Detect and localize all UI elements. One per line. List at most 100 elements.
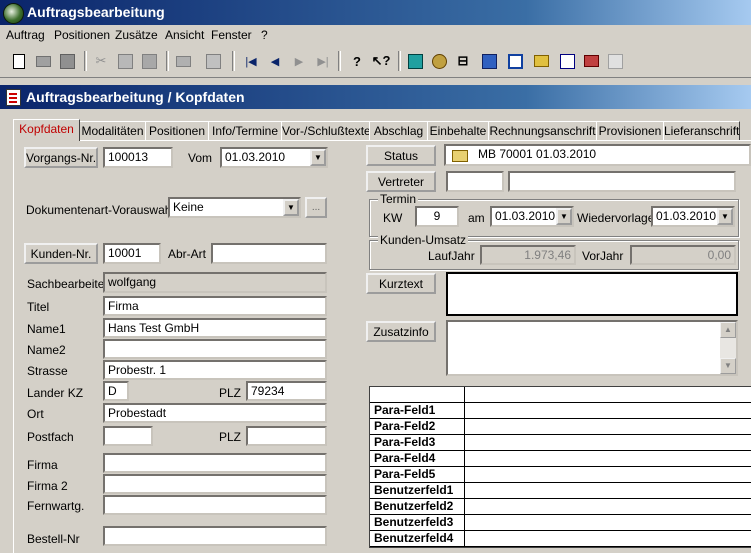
table-row[interactable]: Benutzerfeld4 [370,531,751,547]
context-help-icon[interactable]: ↖? [370,50,392,72]
plz2-field[interactable] [246,426,327,446]
tab-rechnungsanschrift[interactable]: Rechnungsanschrift [488,121,597,140]
wiedervorlage-date-select[interactable]: 01.03.2010 ▼ [651,206,735,227]
tab-info-termine[interactable]: Info/Termine [208,121,282,140]
postfach-field[interactable] [103,426,153,446]
bestell-nr-field[interactable] [103,526,327,546]
folder-icon[interactable] [530,50,552,72]
document-icon[interactable] [604,50,626,72]
ort-field[interactable]: Probestadt [103,403,327,423]
first-record-icon[interactable]: |◀ [240,50,262,72]
tab-provisionen[interactable]: Provisionen [596,121,664,140]
strasse-label: Strasse [27,364,68,378]
next-record-icon[interactable]: ▶ [288,50,310,72]
vom-date-select[interactable]: 01.03.2010 ▼ [220,147,328,168]
cut-icon[interactable]: ✂ [90,50,112,72]
abr-art-field[interactable] [211,243,327,264]
chevron-down-icon[interactable]: ▼ [283,199,299,216]
vorgangs-nr-field[interactable]: 100013 [103,147,173,168]
zusatzinfo-scrollbar[interactable]: ▲ ▼ [720,322,736,374]
menu-positionen[interactable]: Positionen [54,28,110,42]
print-icon[interactable] [172,50,194,72]
tab-modalitaeten[interactable]: Modalitäten [79,121,146,140]
menu-auftrag[interactable]: Auftrag [6,28,45,42]
zusatzinfo-field[interactable]: ▲ ▼ [446,320,738,376]
tab-einbehalte[interactable]: Einbehalte [427,121,489,140]
scroll-down-icon[interactable]: ▼ [720,358,736,374]
menu-fenster[interactable]: Fenster [211,28,252,42]
firma2-field[interactable] [103,474,327,494]
tab-strip: Kopfdaten Modalitäten Positionen Info/Te… [13,119,751,141]
book-icon[interactable]: ⊟ [452,50,474,72]
table-row[interactable]: Benutzerfeld2 [370,499,751,515]
table-row[interactable]: Para-Feld1 [370,403,751,419]
tab-positionen[interactable]: Positionen [145,121,209,140]
table-row[interactable]: Para-Feld2 [370,419,751,435]
menu-ansicht[interactable]: Ansicht [165,28,204,42]
name2-field[interactable] [103,339,327,359]
zusatzinfo-button[interactable]: Zusatzinfo [366,321,436,342]
firma-field[interactable] [103,453,327,473]
laufjahr-label: LaufJahr [428,249,475,263]
folder-icon [452,150,468,162]
save-icon[interactable] [56,50,78,72]
table-row[interactable]: Para-Feld5 [370,467,751,483]
scroll-up-icon[interactable]: ▲ [720,322,736,338]
vertreter-name-field[interactable] [508,171,736,192]
tools-icon[interactable] [428,50,450,72]
app-title: Auftragsbearbeitung [27,4,165,20]
grid-row-label: Benutzerfeld1 [370,483,465,498]
tab-abschlag[interactable]: Abschlag [369,121,428,140]
chart-icon[interactable] [478,50,500,72]
word-icon[interactable] [504,50,526,72]
status-value: MB 70001 01.03.2010 [478,147,597,161]
plz-field[interactable]: 79234 [246,381,327,401]
tab-vor-schlusstexte[interactable]: Vor-/Schlußtexte [281,121,371,140]
chevron-down-icon[interactable]: ▼ [556,208,572,225]
calculator-icon[interactable] [404,50,426,72]
copy-icon[interactable] [114,50,136,72]
menu-zusaetze[interactable]: Zusätze [115,28,158,42]
vertreter-code-field[interactable] [446,171,504,192]
name1-field[interactable]: Hans Test GmbH [103,318,327,338]
kw-field[interactable]: 9 [415,206,459,227]
vertreter-button[interactable]: Vertreter [366,171,436,192]
prev-record-icon[interactable]: ◀ [264,50,286,72]
vorgangs-nr-button[interactable]: Vorgangs-Nr. [24,147,98,168]
kurztext-field[interactable] [446,272,738,316]
am-date-select[interactable]: 01.03.2010 ▼ [490,206,574,227]
document-window-icon [6,89,21,106]
new-icon[interactable] [8,50,30,72]
toolbar: ✂ |◀ ◀ ▶ ▶| ? ↖? ⊟ [0,45,751,78]
dokumentenart-select[interactable]: Keine ▼ [168,197,301,218]
kurztext-button[interactable]: Kurztext [366,273,436,294]
dokumentenart-browse-button[interactable]: ... [305,197,327,218]
app-titlebar: Auftragsbearbeitung [0,0,751,25]
open-icon[interactable] [32,50,54,72]
table-row[interactable]: Para-Feld3 [370,435,751,451]
tab-lieferanschrift[interactable]: Lieferanschrift [663,121,740,140]
help-icon[interactable]: ? [346,50,368,72]
titel-field[interactable]: Firma [103,296,327,316]
chevron-down-icon[interactable]: ▼ [310,149,326,166]
kunden-nr-button[interactable]: Kunden-Nr. [24,243,98,264]
report-icon[interactable] [556,50,578,72]
table-row[interactable]: Benutzerfeld3 [370,515,751,531]
abr-art-label: Abr-Art [168,247,207,261]
tab-kopfdaten[interactable]: Kopfdaten [13,119,80,141]
last-record-icon[interactable]: ▶| [312,50,334,72]
paste-icon[interactable] [138,50,160,72]
table-row[interactable]: Para-Feld4 [370,451,751,467]
strasse-field[interactable]: Probestr. 1 [103,360,327,380]
status-button[interactable]: Status [366,145,436,166]
kunden-nr-field[interactable]: 10001 [103,243,161,264]
window-icon[interactable] [202,50,224,72]
table-row[interactable]: Benutzerfeld1 [370,483,751,499]
sachbearbeiter-field: wolfgang [103,272,327,293]
printer-icon[interactable] [580,50,602,72]
chevron-down-icon[interactable]: ▼ [717,208,733,225]
fernwartg-field[interactable] [103,495,327,515]
lander-kz-field[interactable]: D [103,381,129,401]
grid-row-label: Benutzerfeld4 [370,531,465,546]
menu-help[interactable]: ? [261,28,268,42]
